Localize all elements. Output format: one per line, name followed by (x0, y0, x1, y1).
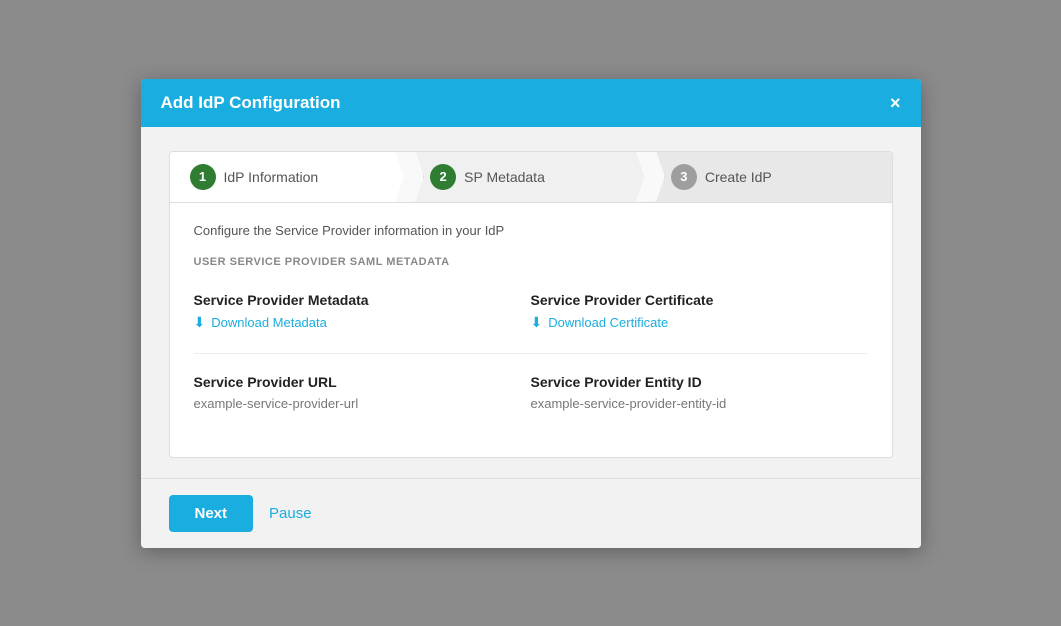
download-metadata-text: Download Metadata (211, 315, 327, 330)
download-certificate-icon: ⬇ (531, 314, 543, 331)
download-certificate-text: Download Certificate (548, 315, 668, 330)
section-label: USER SERVICE PROVIDER SAML METADATA (194, 256, 868, 268)
close-button[interactable]: × (890, 94, 901, 112)
step-1-number: 1 (190, 164, 216, 190)
sp-url-value: example-service-provider-url (194, 396, 531, 411)
sp-metadata-cell: Service Provider Metadata ⬇ Download Met… (194, 282, 531, 349)
modal-header: Add IdP Configuration × (141, 79, 921, 127)
section-description: Configure the Service Provider informati… (194, 223, 868, 238)
sp-certificate-cell: Service Provider Certificate ⬇ Download … (531, 282, 868, 349)
step-3: 3 Create IdP (651, 152, 892, 202)
sp-url-cell: Service Provider URL example-service-pro… (194, 364, 531, 429)
modal-body: 1 IdP Information 2 SP Metadata 3 Create… (141, 127, 921, 478)
step-3-label: Create IdP (705, 169, 772, 185)
next-button[interactable]: Next (169, 495, 254, 532)
pause-button[interactable]: Pause (269, 505, 312, 522)
sp-certificate-label: Service Provider Certificate (531, 292, 868, 308)
modal: Add IdP Configuration × 1 IdP Informatio… (141, 79, 921, 548)
content-card: 1 IdP Information 2 SP Metadata 3 Create… (169, 151, 893, 458)
download-metadata-icon: ⬇ (194, 314, 206, 331)
sp-entity-id-cell: Service Provider Entity ID example-servi… (531, 364, 868, 429)
sp-entity-id-label: Service Provider Entity ID (531, 374, 868, 390)
steps-bar: 1 IdP Information 2 SP Metadata 3 Create… (170, 152, 892, 203)
modal-title: Add IdP Configuration (161, 93, 341, 113)
download-certificate-link[interactable]: ⬇ Download Certificate (531, 314, 868, 331)
step-2-label: SP Metadata (464, 169, 545, 185)
download-metadata-link[interactable]: ⬇ Download Metadata (194, 314, 531, 331)
sp-url-label: Service Provider URL (194, 374, 531, 390)
step-1: 1 IdP Information (170, 152, 411, 202)
step-3-number: 3 (671, 164, 697, 190)
metadata-grid: Service Provider Metadata ⬇ Download Met… (194, 282, 868, 429)
sp-entity-id-value: example-service-provider-entity-id (531, 396, 868, 411)
card-content: Configure the Service Provider informati… (170, 203, 892, 457)
modal-footer: Next Pause (141, 478, 921, 548)
metadata-divider (194, 353, 868, 354)
modal-backdrop: Add IdP Configuration × 1 IdP Informatio… (0, 0, 1061, 626)
step-1-label: IdP Information (224, 169, 319, 185)
step-2: 2 SP Metadata (410, 152, 651, 202)
step-2-number: 2 (430, 164, 456, 190)
sp-metadata-label: Service Provider Metadata (194, 292, 531, 308)
